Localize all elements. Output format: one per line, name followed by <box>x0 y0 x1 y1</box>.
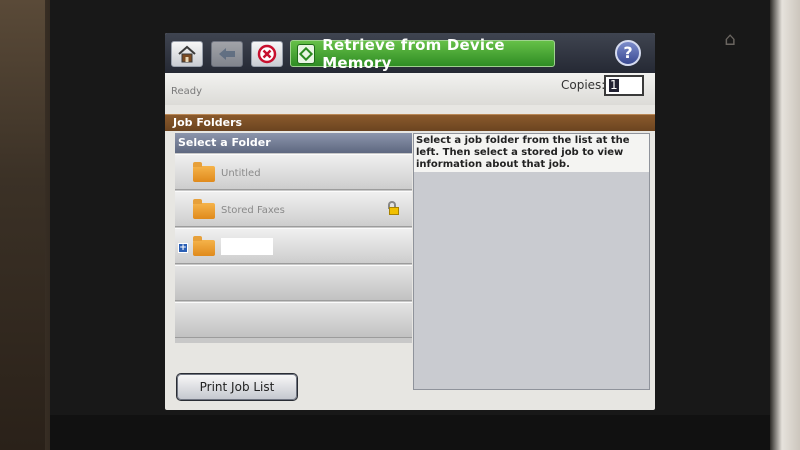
lock-icon <box>386 201 400 215</box>
background-wall <box>0 0 45 450</box>
folder-item-empty <box>175 265 412 301</box>
stop-button[interactable] <box>251 41 283 67</box>
screen-title: Retrieve from Device Memory <box>290 36 555 72</box>
folder-icon <box>193 199 215 219</box>
folder-icon <box>193 162 215 182</box>
back-button[interactable] <box>211 41 243 67</box>
folder-item-redacted[interactable]: + <box>175 228 412 264</box>
expand-plus-icon[interactable]: + <box>178 243 188 253</box>
home-icon <box>178 45 196 63</box>
top-toolbar: Retrieve from Device Memory ? <box>165 33 655 73</box>
help-icon: ? <box>615 40 641 66</box>
select-folder-header: Select a Folder <box>175 133 412 153</box>
screen-title-text: Retrieve from Device Memory <box>322 35 505 72</box>
stop-icon <box>257 44 277 64</box>
device-bezel-bottom <box>50 415 770 450</box>
hardware-home-icon[interactable]: ⌂ <box>720 30 740 50</box>
folder-list: Untitled Stored Faxes + <box>175 154 412 339</box>
copies-value: 1 <box>609 78 619 92</box>
job-info-panel: Select a job folder from the list at the… <box>413 133 650 390</box>
job-folders-header: Job Folders <box>165 114 655 131</box>
folder-item-untitled[interactable]: Untitled <box>175 154 412 190</box>
redacted-folder-name <box>221 238 273 255</box>
copies-label: Copies: <box>561 78 606 92</box>
print-job-list-button[interactable]: Print Job List <box>177 374 297 400</box>
status-text: Ready <box>171 86 203 97</box>
folder-label: Stored Faxes <box>221 205 285 216</box>
copies-input[interactable]: 1 <box>604 75 644 96</box>
touch-screen: Retrieve from Device Memory ? Ready Copi… <box>165 33 655 410</box>
back-arrow-icon <box>219 48 235 60</box>
go-diamond-icon <box>297 43 316 64</box>
folder-item-stored-faxes[interactable]: Stored Faxes <box>175 191 412 227</box>
help-button[interactable]: ? <box>611 37 645 69</box>
status-row: Ready Copies: 1 <box>165 73 655 105</box>
folder-icon <box>193 236 215 256</box>
job-info-text: Select a job folder from the list at the… <box>414 134 649 172</box>
folder-panel: Select a Folder Untitled Stored Faxes + <box>175 133 412 343</box>
home-button[interactable] <box>171 41 203 67</box>
folder-label: Untitled <box>221 168 261 179</box>
folder-item-empty <box>175 302 412 338</box>
device-bezel-right <box>770 0 800 450</box>
